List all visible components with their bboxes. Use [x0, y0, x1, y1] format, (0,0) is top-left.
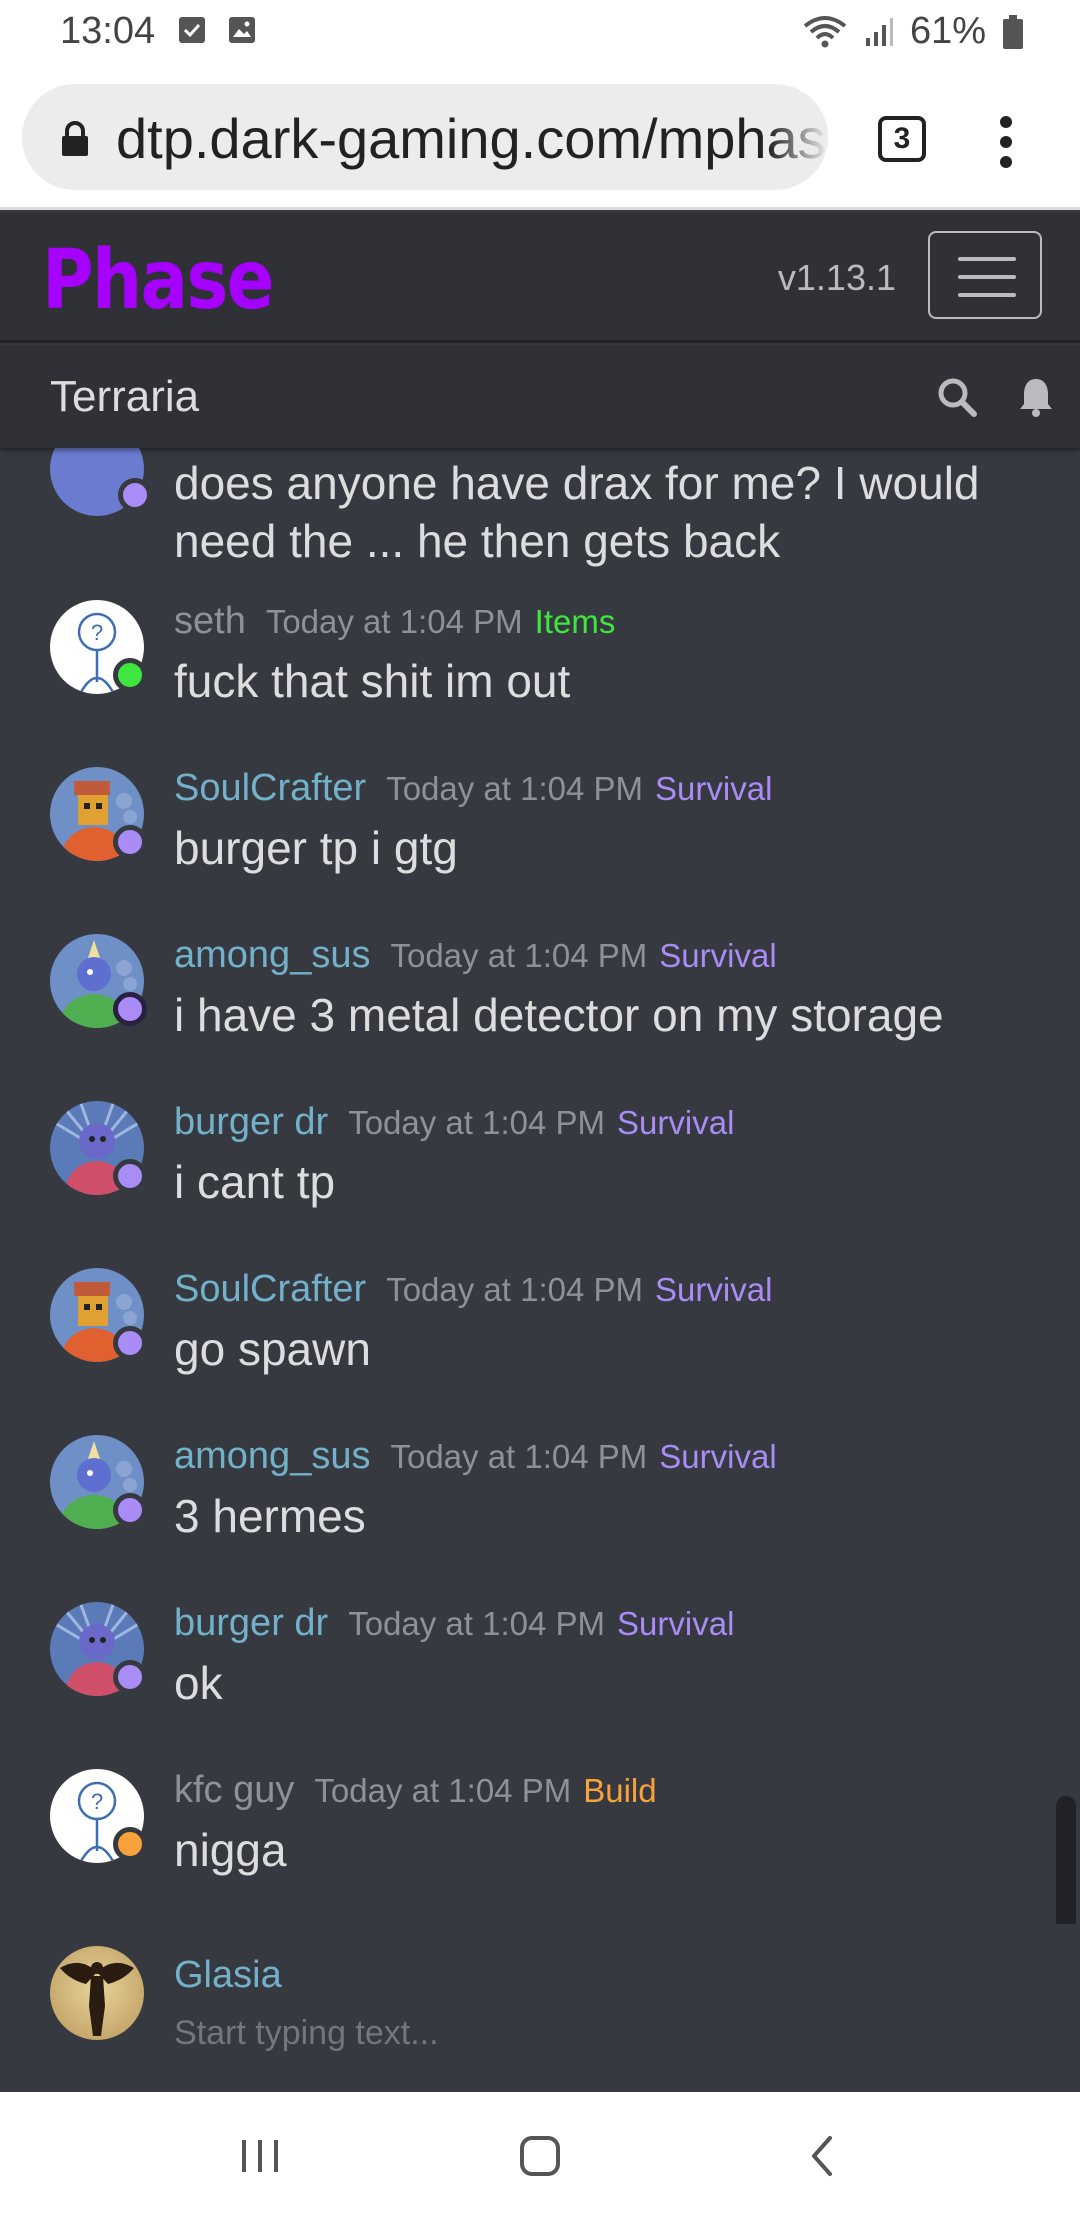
username[interactable]: among_sus — [174, 934, 370, 977]
message-input[interactable] — [174, 2008, 994, 2058]
timestamp: Today at 1:04 PM — [390, 1438, 648, 1475]
battery-icon — [1003, 14, 1023, 49]
username[interactable]: SoulCrafter — [174, 1268, 366, 1311]
brand-logo[interactable]: Phase — [42, 233, 274, 328]
back-icon[interactable] — [794, 2126, 854, 2186]
status-dot — [113, 1326, 147, 1360]
username[interactable]: burger dr — [174, 1602, 328, 1645]
message-header: seth Today at 1:04 PM Items — [174, 600, 615, 643]
status-dot — [113, 1493, 147, 1527]
username[interactable]: burger dr — [174, 1101, 328, 1144]
message-text: 3 hermes — [174, 1490, 366, 1542]
bell-icon[interactable] — [1018, 376, 1054, 418]
role-tag: Items — [534, 603, 616, 640]
status-dot — [113, 825, 147, 859]
role-tag: Survival — [617, 1104, 735, 1141]
status-dot — [113, 1827, 147, 1861]
status-bar: 13:04 61% — [0, 0, 1080, 70]
app-header: Phase v1.13.1 — [0, 213, 1080, 343]
search-icon[interactable] — [936, 376, 978, 418]
winged-figure-avatar-icon — [60, 1962, 134, 2036]
version-label: v1.13.1 — [777, 257, 896, 298]
message-header: SoulCrafter Today at 1:04 PM Survival — [174, 767, 772, 810]
timestamp: Today at 1:04 PM — [390, 937, 648, 974]
avatar[interactable] — [50, 1946, 144, 2040]
message-text: go spawn — [174, 1323, 371, 1375]
timestamp: Today at 1:04 PM — [348, 1605, 606, 1642]
status-time: 13:04 — [60, 10, 156, 52]
message-text: i have 3 metal detector on my storage — [174, 989, 944, 1041]
timestamp: Today at 1:04 PM — [386, 1271, 644, 1308]
wifi-icon — [803, 15, 847, 47]
status-dot — [113, 658, 147, 692]
url-fade — [768, 84, 828, 190]
message-header: burger dr Today at 1:04 PM Survival — [174, 1101, 734, 1144]
composer-username: Glasia — [174, 1954, 282, 1996]
username[interactable]: among_sus — [174, 1435, 370, 1478]
timestamp: Today at 1:04 PM — [265, 603, 523, 640]
message-text-continued: need the ... he then gets back — [174, 515, 781, 567]
message-list[interactable]: does anyone have drax for me? I would ne… — [0, 448, 1080, 2092]
username[interactable]: SoulCrafter — [174, 767, 366, 810]
message-text: ok — [174, 1657, 223, 1709]
status-dot — [113, 1159, 147, 1193]
svg-text:?: ? — [91, 1789, 103, 1814]
role-tag: Survival — [659, 1438, 777, 1475]
status-dot — [118, 478, 152, 512]
channel-name: Terraria — [50, 372, 200, 421]
battery-percent: 61% — [909, 10, 986, 52]
message-header: among_sus Today at 1:04 PM Survival — [174, 934, 777, 977]
image-notification-icon — [229, 17, 255, 43]
address-bar[interactable]: dtp.dark-gaming.com/mphase — [22, 84, 828, 190]
role-tag: Build — [583, 1772, 657, 1809]
message-text: fuck that shit im out — [174, 655, 571, 707]
signal-icon — [865, 17, 893, 46]
tabs-button[interactable]: 3 — [878, 116, 926, 162]
hamburger-menu-icon[interactable] — [928, 231, 1042, 319]
username[interactable]: kfc guy — [174, 1769, 294, 1812]
status-indicators: 61% — [802, 10, 1024, 53]
role-tag: Survival — [655, 770, 773, 807]
timestamp: Today at 1:04 PM — [314, 1772, 572, 1809]
system-nav-bar — [0, 2092, 1080, 2220]
message-header: kfc guy Today at 1:04 PM Build — [174, 1769, 657, 1812]
kebab-menu-icon[interactable] — [996, 114, 1016, 170]
role-tag: Survival — [617, 1605, 735, 1642]
role-tag: Survival — [655, 1271, 773, 1308]
message-text: does anyone have drax for me? I would — [174, 457, 980, 509]
status-dot — [113, 992, 147, 1026]
message-composer: Glasia — [0, 1924, 1080, 2092]
scrollbar-thumb[interactable] — [1056, 1796, 1076, 1932]
status-dot — [113, 1660, 147, 1694]
lock-icon — [62, 121, 88, 156]
role-tag: Survival — [659, 937, 777, 974]
recent-apps-icon[interactable] — [230, 2126, 290, 2186]
channel-bar: Terraria — [0, 346, 1080, 448]
message-header: among_sus Today at 1:04 PM Survival — [174, 1435, 777, 1478]
message-text: i cant tp — [174, 1156, 336, 1208]
timestamp: Today at 1:04 PM — [348, 1104, 606, 1141]
checkbox-notification-icon — [179, 17, 205, 43]
message-header: burger dr Today at 1:04 PM Survival — [174, 1602, 734, 1645]
message-text: nigga — [174, 1824, 287, 1876]
timestamp: Today at 1:04 PM — [386, 770, 644, 807]
browser-toolbar: dtp.dark-gaming.com/mphase 3 — [0, 70, 1080, 210]
message-text: burger tp i gtg — [174, 822, 458, 874]
home-icon[interactable] — [510, 2126, 570, 2186]
svg-text:?: ? — [91, 620, 103, 645]
url-text: dtp.dark-gaming.com/mphase — [116, 107, 828, 170]
username[interactable]: seth — [174, 600, 246, 643]
message-header: SoulCrafter Today at 1:04 PM Survival — [174, 1268, 772, 1311]
